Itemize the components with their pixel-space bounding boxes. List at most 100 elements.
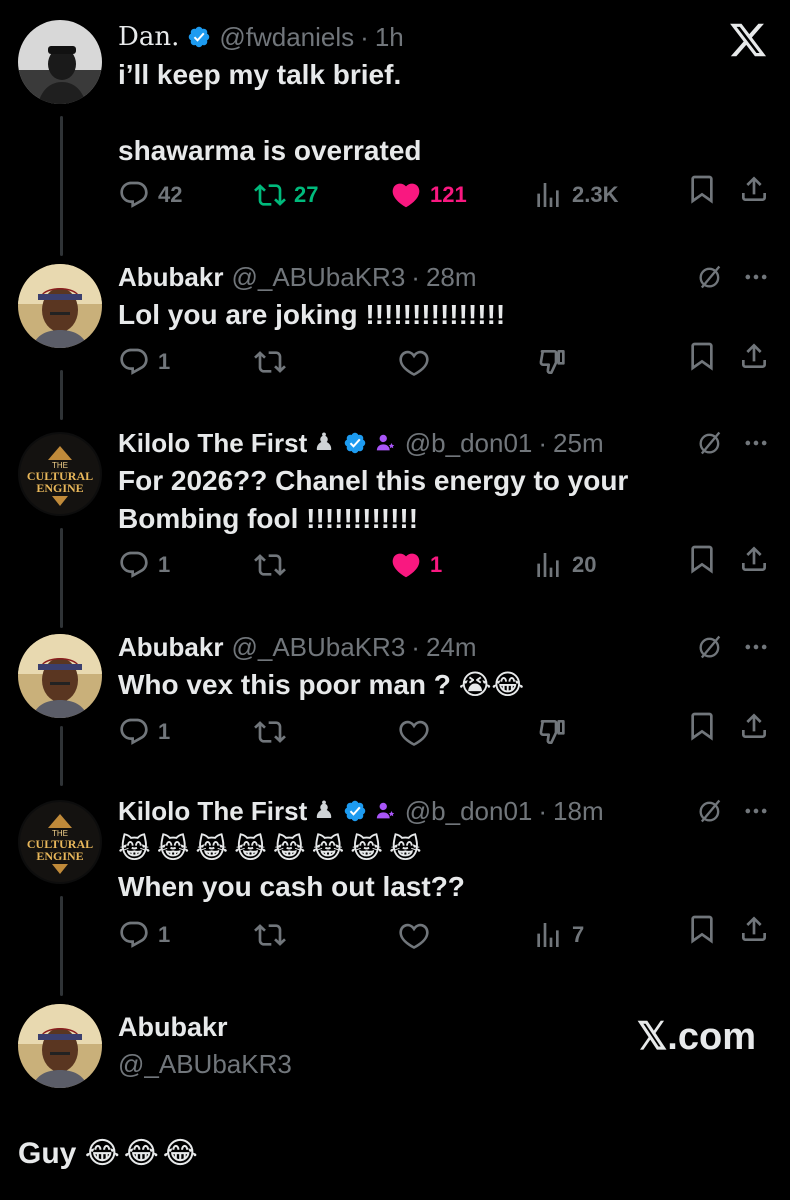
view-count: 7 <box>572 922 585 947</box>
reply-tweet: Abubakr @_ABUbaKR3 · 24m Who vex this po… <box>118 632 770 704</box>
avatar[interactable]: THE CULTURAL ENGINE <box>18 800 102 884</box>
separator: · <box>411 632 420 662</box>
thread-line <box>60 528 63 628</box>
author-name[interactable]: Dan. <box>118 22 179 52</box>
heart-icon <box>398 919 430 951</box>
author-handle[interactable]: @fwdaniels <box>219 22 354 52</box>
retweet-icon <box>254 919 286 951</box>
timestamp[interactable]: 1h <box>375 22 404 52</box>
avatar[interactable] <box>18 1004 102 1088</box>
timestamp[interactable]: 28m <box>426 262 477 292</box>
timestamp[interactable]: 25m <box>553 428 604 458</box>
reply-button[interactable]: 1 <box>118 919 170 951</box>
dislike-button[interactable] <box>538 346 570 378</box>
reply-count: 1 <box>158 552 171 577</box>
thread-line <box>60 116 63 256</box>
author-handle[interactable]: @_ABUbaKR3 <box>231 262 405 292</box>
reply-button[interactable]: 1 <box>118 716 170 748</box>
retweet-button[interactable]: 27 <box>254 179 318 211</box>
author-name[interactable]: Kilolo The First <box>118 428 307 458</box>
tweet-body: Who vex this poor man ? 😭😂 <box>118 666 770 704</box>
view-count: 20 <box>572 552 597 577</box>
verified-icon <box>343 431 367 455</box>
author-name[interactable]: Abubakr <box>118 262 223 292</box>
avatar-text: ENGINE <box>36 849 83 863</box>
heart-icon <box>390 549 422 581</box>
retweet-button[interactable] <box>254 919 286 951</box>
timestamp[interactable]: 18m <box>553 796 604 826</box>
caption-text: Guy <box>18 1137 77 1170</box>
dislike-button[interactable] <box>538 716 570 748</box>
bookmark-icon[interactable] <box>686 340 718 372</box>
views-button[interactable]: 20 <box>532 549 596 581</box>
grok-icon[interactable] <box>696 429 724 457</box>
share-icon[interactable] <box>738 173 770 205</box>
caption: Guy 😂😂😂 <box>18 1136 202 1171</box>
reply-icon <box>118 549 150 581</box>
separator: · <box>411 262 420 292</box>
retweet-button[interactable] <box>254 549 286 581</box>
like-button[interactable]: 1 <box>390 549 442 581</box>
reply-tweet: Kilolo The First ♟ @b_don01 · 25m For 20… <box>118 428 770 538</box>
views-button[interactable]: 2.3K <box>532 179 618 211</box>
reply-count: 1 <box>158 349 171 374</box>
chess-pawn-icon: ♟ <box>313 797 335 824</box>
bookmark-icon[interactable] <box>686 710 718 742</box>
retweet-button[interactable] <box>254 346 286 378</box>
share-icon[interactable] <box>738 543 770 575</box>
reply-button[interactable]: 42 <box>118 179 182 211</box>
dislike-icon <box>538 346 570 378</box>
avatar[interactable] <box>18 264 102 348</box>
tweet-actions: 1 7 <box>118 915 770 955</box>
like-button[interactable] <box>398 716 430 748</box>
bookmark-icon[interactable] <box>686 173 718 205</box>
more-icon[interactable] <box>742 633 770 661</box>
x-brand-logo: 𝕏.com <box>636 1016 756 1058</box>
views-icon <box>532 919 564 951</box>
affiliate-icon <box>375 800 397 822</box>
chess-pawn-icon: ♟ <box>313 429 335 456</box>
author-handle[interactable]: @b_don01 <box>405 796 533 826</box>
grok-icon[interactable] <box>696 263 724 291</box>
retweet-icon <box>254 549 286 581</box>
views-icon <box>532 549 564 581</box>
more-icon[interactable] <box>742 429 770 457</box>
share-icon[interactable] <box>738 340 770 372</box>
avatar[interactable] <box>18 20 102 104</box>
share-icon[interactable] <box>738 913 770 945</box>
reply-icon <box>118 919 150 951</box>
grok-icon[interactable] <box>696 797 724 825</box>
share-icon[interactable] <box>738 710 770 742</box>
tweet-actions: 1 <box>118 712 770 752</box>
heart-icon <box>398 346 430 378</box>
thread-line <box>60 726 63 786</box>
author-handle[interactable]: @_ABUbaKR3 <box>231 632 405 662</box>
like-button[interactable]: 121 <box>390 179 467 211</box>
like-button[interactable] <box>398 919 430 951</box>
author-name[interactable]: Kilolo The First <box>118 796 307 826</box>
views-icon <box>532 179 564 211</box>
more-icon[interactable] <box>742 797 770 825</box>
timestamp[interactable]: 24m <box>426 632 477 662</box>
reply-button[interactable]: 1 <box>118 346 170 378</box>
bookmark-icon[interactable] <box>686 543 718 575</box>
views-button[interactable]: 7 <box>532 919 584 951</box>
tweet-emoji: 😹😹😹😹😹😹😹😹 <box>118 832 428 865</box>
avatar[interactable] <box>18 634 102 718</box>
thread-line <box>60 896 63 996</box>
reply-tweet: Abubakr @_ABUbaKR3 · 28m Lol you are jok… <box>118 262 770 334</box>
more-icon[interactable] <box>742 263 770 291</box>
avatar[interactable]: THE CULTURAL ENGINE <box>18 432 102 516</box>
like-button[interactable] <box>398 346 430 378</box>
caption-emoji: 😂😂😂 <box>84 1136 202 1171</box>
bookmark-icon[interactable] <box>686 913 718 945</box>
author-name[interactable]: Abubakr <box>118 632 223 662</box>
reply-button[interactable]: 1 <box>118 549 170 581</box>
reply-count: 1 <box>158 719 171 744</box>
author-handle[interactable]: @b_don01 <box>405 428 533 458</box>
like-count: 1 <box>430 552 443 577</box>
view-count: 2.3K <box>572 182 619 207</box>
tweet-actions: 1 1 20 <box>118 545 770 585</box>
retweet-button[interactable] <box>254 716 286 748</box>
grok-icon[interactable] <box>696 633 724 661</box>
